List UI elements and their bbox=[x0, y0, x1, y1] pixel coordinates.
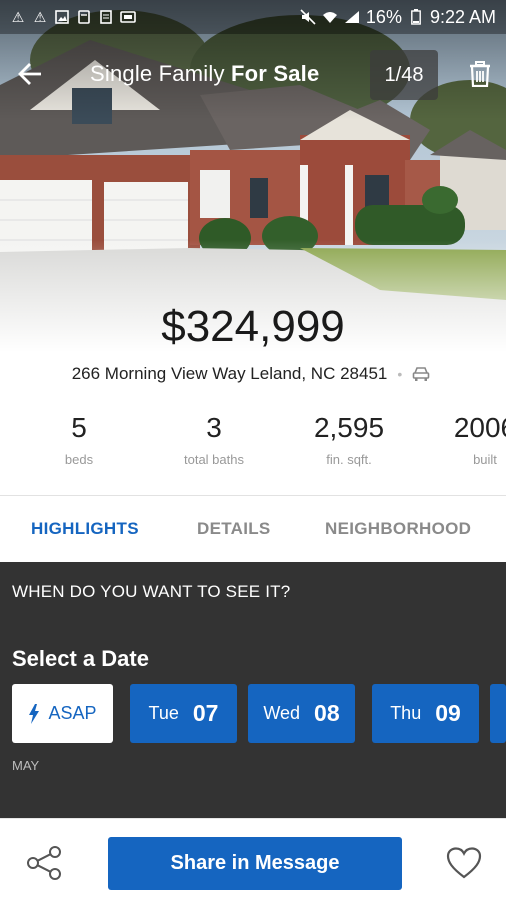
trash-icon bbox=[470, 61, 490, 87]
date-day: 07 bbox=[192, 700, 219, 726]
date-day: 09 bbox=[435, 700, 461, 726]
warning-icon: ⚠ bbox=[11, 8, 25, 25]
stat-label: total baths bbox=[184, 452, 244, 467]
stat-sqft: 2,595 fin. sqft. bbox=[284, 412, 414, 467]
mute-icon bbox=[300, 9, 316, 25]
app-bar: Single Family For Sale 1/48 bbox=[0, 44, 506, 104]
property-stats: 5 beds 3 total baths 2,595 fin. sqft. 20… bbox=[0, 412, 506, 482]
date-option-partial[interactable] bbox=[490, 684, 506, 743]
stat-label: built bbox=[473, 452, 497, 467]
battery-percent: 16% bbox=[365, 6, 402, 27]
back-arrow-icon bbox=[18, 63, 41, 85]
favorite-button[interactable] bbox=[444, 843, 484, 883]
stat-value: 2006 bbox=[453, 412, 506, 443]
image-icon bbox=[54, 9, 70, 25]
lightning-icon bbox=[29, 703, 40, 724]
heart-icon bbox=[446, 847, 482, 879]
back-button[interactable] bbox=[0, 44, 60, 104]
title-prefix: Single Family bbox=[90, 61, 225, 86]
data-saver-icon bbox=[98, 9, 114, 25]
share-in-message-button[interactable]: Share in Message bbox=[108, 837, 402, 890]
stat-value: 2,595 bbox=[313, 412, 385, 443]
separator-dot: • bbox=[397, 366, 403, 382]
tab-neighborhood[interactable]: NEIGHBORHOOD bbox=[325, 519, 471, 539]
note-icon bbox=[76, 9, 92, 25]
date-day: 08 bbox=[314, 700, 340, 726]
section-tabs: HIGHLIGHTS DETAILS NEIGHBORHOOD bbox=[0, 496, 506, 562]
tour-scheduler: WHEN DO YOU WANT TO SEE IT? Select a Dat… bbox=[0, 562, 506, 818]
date-option[interactable]: Tue 07 bbox=[130, 684, 237, 743]
delete-button[interactable] bbox=[458, 52, 502, 96]
date-option[interactable]: Thu 09 bbox=[372, 684, 479, 743]
asap-label: ASAP bbox=[48, 703, 97, 723]
bottom-action-bar: Share in Message bbox=[0, 818, 506, 900]
tab-details[interactable]: DETAILS bbox=[197, 519, 271, 539]
date-weekday: Wed bbox=[263, 703, 301, 723]
stat-label: beds bbox=[64, 452, 94, 467]
status-bar: ⚠ ⚠ 16% 9:22 AM bbox=[0, 0, 506, 34]
listing-address[interactable]: 266 Morning View Way Leland, NC 28451 bbox=[72, 364, 388, 384]
title-emphasis: For Sale bbox=[230, 61, 320, 86]
video-icon bbox=[120, 9, 136, 25]
share-icon-button[interactable] bbox=[22, 841, 66, 885]
clock: 9:22 AM bbox=[429, 6, 496, 27]
asap-button[interactable]: ASAP bbox=[12, 684, 113, 743]
car-icon[interactable] bbox=[412, 365, 434, 383]
tab-highlights[interactable]: HIGHLIGHTS bbox=[31, 519, 139, 539]
stat-year-built: 2006 built bbox=[420, 412, 506, 467]
stat-value: 3 bbox=[206, 412, 222, 443]
date-option[interactable]: Wed 08 bbox=[248, 684, 355, 743]
address-row: 266 Morning View Way Leland, NC 28451 • bbox=[0, 364, 506, 384]
month-label: MAY bbox=[12, 758, 40, 773]
date-weekday: Thu bbox=[390, 703, 422, 723]
tour-question: WHEN DO YOU WANT TO SEE IT? bbox=[12, 582, 291, 601]
page-title: Single Family For Sale bbox=[90, 61, 319, 87]
stat-baths: 3 total baths bbox=[149, 412, 279, 467]
share-icon bbox=[27, 846, 61, 880]
date-weekday: Tue bbox=[148, 703, 179, 723]
warning-icon: ⚠ bbox=[33, 8, 47, 25]
select-date-heading: Select a Date bbox=[12, 646, 149, 671]
signal-icon bbox=[344, 9, 360, 25]
photo-counter: 1/48 bbox=[370, 50, 438, 100]
battery-icon bbox=[408, 9, 424, 25]
stat-beds: 5 beds bbox=[14, 412, 144, 467]
stat-label: fin. sqft. bbox=[326, 452, 372, 467]
wifi-icon bbox=[322, 9, 338, 25]
listing-price: $324,999 bbox=[161, 302, 345, 351]
stat-value: 5 bbox=[71, 412, 87, 443]
